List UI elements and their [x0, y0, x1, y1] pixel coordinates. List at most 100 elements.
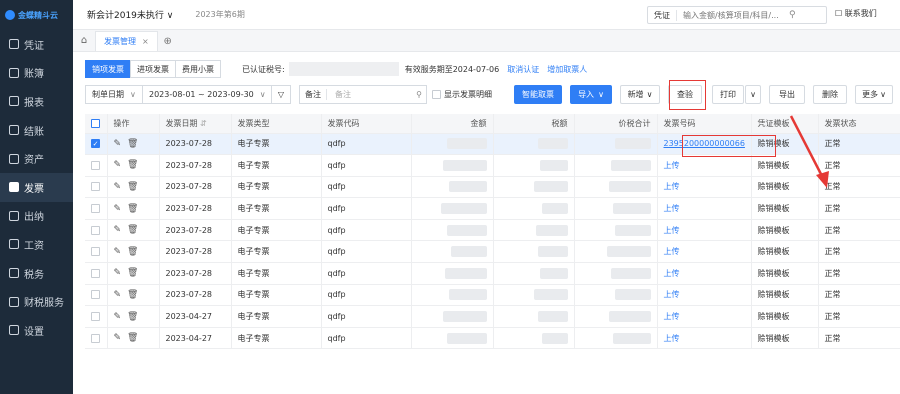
edit-icon[interactable]: ✎	[114, 139, 122, 149]
row-checkbox[interactable]	[85, 219, 108, 242]
row-checkbox[interactable]	[85, 305, 108, 328]
row-checkbox[interactable]	[85, 176, 108, 199]
upload-link[interactable]: 上传	[664, 334, 680, 343]
upload-link[interactable]: 上传	[664, 226, 680, 235]
table-row[interactable]: ✎ 🗑 2023-07-28 电子专票 qdfp 上传 赊销模板 正常	[85, 176, 900, 199]
row-checkbox[interactable]: ✓	[85, 133, 108, 156]
date-type-select[interactable]: 制单日期 ∨	[85, 85, 143, 104]
chevron-down-icon: ∨	[646, 90, 653, 99]
table-row[interactable]: ✎ 🗑 2023-04-27 电子专票 qdfp 上传 赊销模板 正常	[85, 327, 900, 350]
table-row[interactable]: ✎ 🗑 2023-07-28 电子专票 qdfp 上传 赊销模板 正常	[85, 154, 900, 177]
add-taker-link[interactable]: 增加取票人	[547, 64, 587, 75]
invoice-date: 2023-07-28	[159, 262, 232, 285]
memo-search[interactable]: 备注 备注 ⚲	[299, 85, 427, 104]
trash-icon[interactable]: 🗑	[127, 312, 138, 322]
delete-button[interactable]: 删除	[813, 85, 847, 104]
upload-link[interactable]: 上传	[664, 247, 680, 256]
select-all-checkbox[interactable]	[85, 114, 108, 134]
trash-icon[interactable]: 🗑	[127, 268, 138, 278]
upload-link[interactable]: 上传	[664, 290, 680, 299]
print-button[interactable]: 打印	[712, 85, 744, 104]
row-checkbox[interactable]	[85, 240, 108, 264]
trash-icon[interactable]: 🗑	[127, 182, 138, 192]
trash-icon[interactable]: 🗑	[127, 333, 138, 343]
trash-icon[interactable]: 🗑	[127, 204, 138, 214]
print-options-button[interactable]: ∨	[745, 85, 761, 104]
add-tab-icon[interactable]: ⊕	[158, 31, 178, 51]
edit-icon[interactable]: ✎	[114, 225, 122, 235]
sidebar-item-ledger[interactable]: 账簿	[0, 59, 73, 88]
edit-icon[interactable]: ✎	[114, 268, 122, 278]
edit-icon[interactable]: ✎	[114, 247, 122, 257]
sidebar-item-cashier[interactable]: 出纳	[0, 202, 73, 231]
date-range-picker[interactable]: 2023-08-01 ~ 2023-09-30 ∨	[142, 85, 272, 104]
filter-icon[interactable]: ▽	[271, 85, 291, 104]
row-checkbox[interactable]	[85, 262, 108, 285]
upload-link[interactable]: 上传	[664, 204, 680, 213]
invoice-number: 上传	[657, 284, 752, 307]
sort-icon[interactable]: ⇵	[200, 119, 207, 128]
row-checkbox[interactable]	[85, 197, 108, 220]
more-button[interactable]: 更多 ∨	[855, 85, 893, 104]
table-row[interactable]: ✎ 🗑 2023-07-28 电子专票 qdfp 上传 赊销模板 正常	[85, 262, 900, 285]
row-checkbox[interactable]	[85, 327, 108, 350]
tab-sales-invoice[interactable]: 销项发票	[85, 60, 131, 78]
edit-icon[interactable]: ✎	[114, 290, 122, 300]
table-row[interactable]: ✎ 🗑 2023-07-28 电子专票 qdfp 上传 赊销模板 正常	[85, 240, 900, 264]
sidebar-item-settings[interactable]: 设置	[0, 316, 73, 345]
tab-invoice-management[interactable]: 发票管理 ×	[95, 31, 158, 51]
trash-icon[interactable]: 🗑	[127, 290, 138, 300]
edit-icon[interactable]: ✎	[114, 182, 122, 192]
trash-icon[interactable]: 🗑	[127, 139, 138, 149]
search-input[interactable]	[677, 10, 789, 20]
cancel-auth-link[interactable]: 取消认证	[507, 64, 539, 75]
upload-link[interactable]: 上传	[664, 269, 680, 278]
smart-fetch-button[interactable]: 智能取票	[514, 85, 562, 104]
table-row[interactable]: ✎ 🗑 2023-04-27 电子专票 qdfp 上传 赊销模板 正常	[85, 305, 900, 328]
amount-redacted	[442, 159, 487, 171]
table-row[interactable]: ✎ 🗑 2023-07-28 电子专票 qdfp 上传 赊销模板 正常	[85, 219, 900, 242]
search-category-select[interactable]: 凭证	[648, 9, 677, 21]
show-detail-checkbox[interactable]: 显示发票明细	[432, 89, 492, 100]
tab-expense-receipt[interactable]: 费用小票	[175, 60, 221, 78]
company-selector[interactable]: 新会计2019未执行 ∨	[87, 8, 173, 21]
sidebar-item-close-account[interactable]: 结账	[0, 116, 73, 145]
table-row[interactable]: ✓ ✎ 🗑 2023-07-28 电子专票 qdfp 2395200000000066 赊销模…	[85, 133, 900, 156]
export-button[interactable]: 导出	[769, 85, 805, 104]
sidebar-item-salary[interactable]: 工资	[0, 230, 73, 259]
home-icon[interactable]: ⌂	[73, 29, 95, 51]
sidebar-item-service[interactable]: 财税服务	[0, 287, 73, 316]
memo-input[interactable]: 备注	[327, 89, 416, 100]
sidebar-item-tax[interactable]: 税务	[0, 259, 73, 288]
edit-icon[interactable]: ✎	[114, 204, 122, 214]
row-checkbox[interactable]	[85, 154, 108, 177]
trash-icon[interactable]: 🗑	[127, 160, 138, 170]
sidebar-item-voucher[interactable]: 凭证	[0, 30, 73, 59]
trash-icon[interactable]: 🗑	[127, 247, 138, 257]
asset-icon	[9, 153, 19, 164]
upload-link[interactable]: 上传	[664, 161, 680, 170]
trash-icon[interactable]: 🗑	[127, 225, 138, 235]
add-button[interactable]: 新增 ∨	[620, 85, 660, 104]
upload-link[interactable]: 上传	[664, 312, 680, 321]
sidebar-item-invoice[interactable]: 发票	[0, 172, 73, 202]
search-icon[interactable]: ⚲	[416, 90, 426, 99]
edit-icon[interactable]: ✎	[114, 333, 122, 343]
tax-cell	[493, 240, 575, 264]
close-icon[interactable]: ×	[142, 37, 149, 46]
sidebar-item-report[interactable]: 报表	[0, 87, 73, 116]
sidebar-item-asset[interactable]: 资产	[0, 144, 73, 173]
edit-icon[interactable]: ✎	[114, 160, 122, 170]
search-icon[interactable]: ⚲	[789, 10, 796, 20]
memo-field-select[interactable]: 备注	[300, 89, 327, 100]
import-button[interactable]: 导入 ∨	[570, 85, 612, 104]
row-checkbox[interactable]	[85, 284, 108, 307]
tab-input-invoice[interactable]: 进项发票	[130, 60, 176, 78]
edit-icon[interactable]: ✎	[114, 312, 122, 322]
contact-us-link[interactable]: ☐ 联系我们	[835, 8, 877, 19]
upload-link[interactable]: 上传	[664, 182, 680, 191]
table-row[interactable]: ✎ 🗑 2023-07-28 电子专票 qdfp 上传 赊销模板 正常	[85, 197, 900, 220]
global-search[interactable]: 凭证 ⚲	[647, 6, 827, 24]
col-header[interactable]: 发票日期 ⇵	[159, 114, 232, 134]
table-row[interactable]: ✎ 🗑 2023-07-28 电子专票 qdfp 上传 赊销模板 正常	[85, 284, 900, 307]
